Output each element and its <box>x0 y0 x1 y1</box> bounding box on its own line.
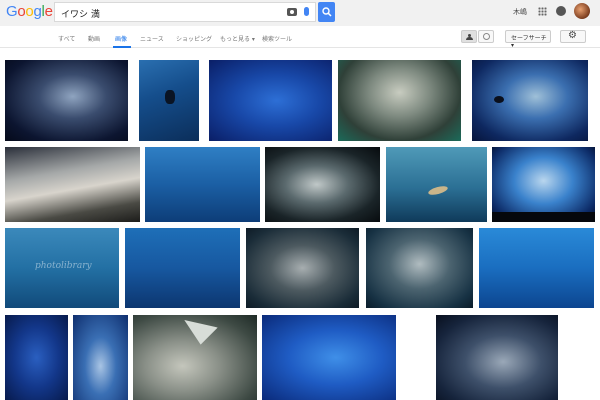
tab-videos[interactable]: 動画 <box>88 34 100 43</box>
image-result[interactable] <box>246 228 359 308</box>
tab-news[interactable]: ニュース <box>140 34 164 43</box>
image-result[interactable] <box>386 147 487 222</box>
person-icon <box>466 34 473 40</box>
apps-grid-icon[interactable] <box>538 7 547 16</box>
google-logo[interactable]: Google <box>6 3 53 20</box>
image-result[interactable] <box>209 60 332 141</box>
image-result[interactable] <box>265 147 380 222</box>
image-result[interactable] <box>479 228 594 308</box>
image-result[interactable] <box>436 315 558 400</box>
safesearch-label: セーフサーチ ▾ <box>511 35 547 49</box>
search-button[interactable] <box>318 2 335 22</box>
image-result[interactable] <box>125 228 240 308</box>
tab-shopping[interactable]: ショッピング <box>176 34 212 43</box>
tab-more[interactable]: もっと見る ▾ <box>220 34 255 43</box>
image-result[interactable] <box>73 315 128 400</box>
circle-icon <box>483 33 490 40</box>
gear-icon: ⚙ <box>568 30 577 41</box>
watermark-text: photolibrary <box>35 261 92 271</box>
notifications-icon[interactable] <box>556 6 566 16</box>
avatar[interactable] <box>574 3 590 19</box>
image-result[interactable] <box>145 147 260 222</box>
microphone-icon[interactable] <box>304 7 309 16</box>
search-input[interactable]: イワシ 満 <box>54 2 316 22</box>
image-result[interactable] <box>492 147 595 222</box>
search-query-text: イワシ 満 <box>61 10 100 20</box>
image-result[interactable]: photolibrary <box>5 228 119 308</box>
image-result[interactable] <box>5 147 140 222</box>
active-tab-indicator <box>113 46 131 48</box>
top-bar: Google イワシ 満 木嶋 <box>0 0 600 26</box>
image-view-toggle-button[interactable] <box>461 30 477 43</box>
search-tabs: すべて 動画 画像 ニュース ショッピング もっと見る ▾ 検索ツール セーフサ… <box>0 26 600 49</box>
user-name[interactable]: 木嶋 <box>513 7 527 17</box>
image-result[interactable] <box>5 315 68 400</box>
image-results-grid: photolibrary <box>0 52 600 400</box>
tab-images[interactable]: 画像 <box>115 34 127 43</box>
image-result[interactable] <box>472 60 588 141</box>
safesearch-button[interactable]: セーフサーチ ▾ <box>505 30 551 49</box>
image-result[interactable] <box>366 228 473 308</box>
image-result[interactable] <box>139 60 199 141</box>
settings-button[interactable]: ⚙ <box>560 30 586 43</box>
image-result[interactable] <box>133 315 257 400</box>
image-result[interactable] <box>338 60 461 141</box>
tab-search-tools[interactable]: 検索ツール <box>262 34 292 43</box>
image-result[interactable] <box>262 315 396 400</box>
camera-icon[interactable] <box>287 8 297 16</box>
alternate-view-button[interactable] <box>478 30 494 43</box>
search-icon <box>322 7 332 17</box>
image-result[interactable] <box>5 60 128 141</box>
tab-all[interactable]: すべて <box>58 34 75 43</box>
